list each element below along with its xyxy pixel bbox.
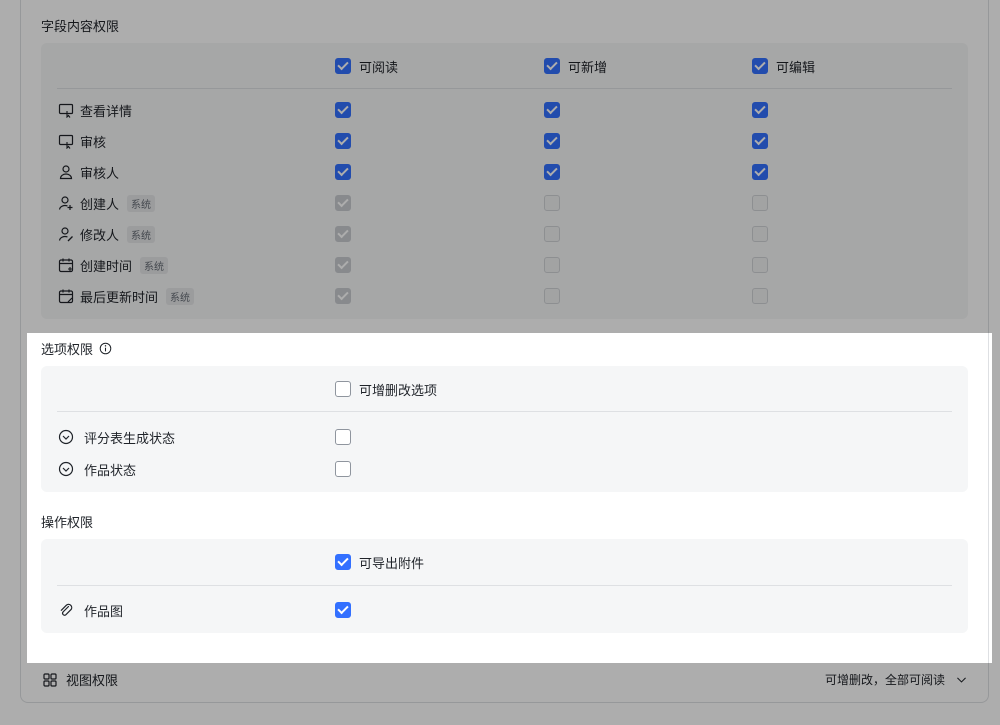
info-icon[interactable] (99, 342, 112, 355)
option-row-checkbox[interactable] (335, 461, 351, 477)
operation-permissions-title: 操作权限 (41, 516, 94, 531)
add-delete-options-label: 可增删改选项 (359, 384, 438, 399)
operation-row-checkbox[interactable] (335, 602, 351, 618)
divider (57, 585, 952, 586)
operation-permissions-box: 可导出附件 作品图 (41, 539, 968, 633)
option-permissions-box: 可增删改选项 评分表生成状态 作品状态 (41, 366, 968, 492)
add-delete-options-checkbox[interactable] (335, 381, 351, 397)
dim-overlay (0, 663, 1000, 725)
option-row-label: 作品状态 (84, 463, 137, 479)
option-row: 评分表生成状态 (41, 422, 968, 452)
option-row-checkbox[interactable] (335, 429, 351, 445)
option-permissions-title: 选项权限 (41, 339, 112, 358)
operation-row-label: 作品图 (84, 604, 124, 620)
dim-overlay (992, 333, 1000, 663)
dim-overlay (0, 0, 1000, 333)
option-row: 作品状态 (41, 454, 968, 484)
operation-row: 作品图 (41, 595, 968, 625)
select-field-icon (58, 429, 74, 445)
attachment-icon (60, 603, 73, 616)
select-field-icon (58, 461, 74, 477)
export-attachment-checkbox[interactable] (335, 554, 351, 570)
option-row-label: 评分表生成状态 (84, 431, 176, 447)
dim-overlay (0, 333, 27, 663)
divider (57, 411, 952, 412)
export-attachment-label: 可导出附件 (359, 557, 425, 572)
